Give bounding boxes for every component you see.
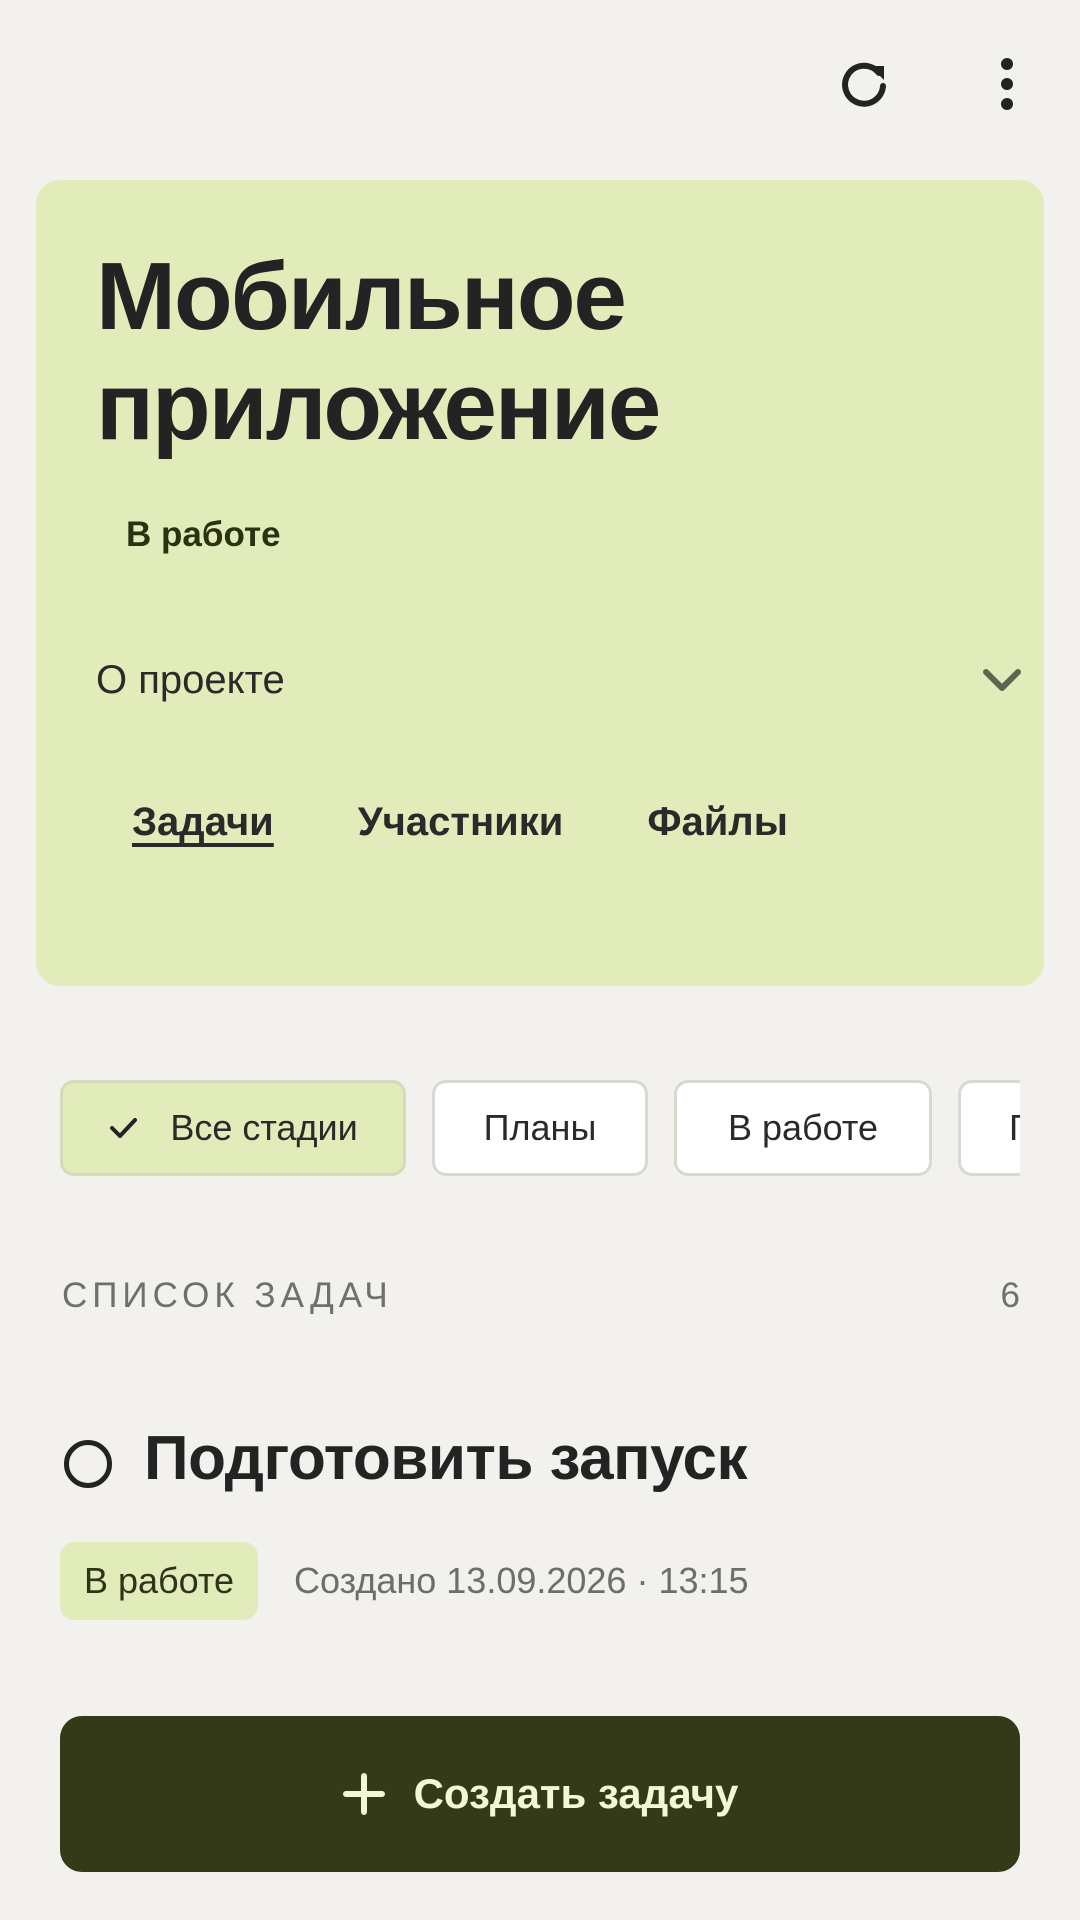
plus-icon [342, 1772, 386, 1816]
task-list-title: СПИСОК ЗАДАЧ [62, 1276, 393, 1315]
project-title-text: Мобильное приложение [96, 243, 661, 460]
check-icon [108, 1113, 138, 1143]
filter-chip-label: В работе [727, 1107, 878, 1148]
tab-files[interactable]: Файлы [647, 800, 788, 847]
tab-tasks[interactable]: Задачи [132, 800, 274, 847]
task-status-badge: В работе [60, 1542, 259, 1620]
filter-chip-plans[interactable]: Планы [432, 1080, 648, 1176]
tab-members[interactable]: Участники [358, 800, 564, 847]
task-count: 6 [1000, 1276, 1020, 1315]
create-task-button[interactable]: Создать задачу [60, 1716, 1020, 1872]
project-title: Мобильное приложение [96, 242, 1044, 462]
task-title: Подготовить запуск [144, 1424, 748, 1493]
refresh-button[interactable] [824, 44, 904, 124]
task-complete-radio[interactable] [64, 1440, 112, 1488]
filter-chip-all-stages[interactable]: Все стадии [60, 1080, 406, 1176]
about-project-toggle[interactable]: О проекте [96, 650, 1021, 710]
project-status: В работе [126, 515, 281, 554]
about-project-label: О проекте [96, 657, 285, 702]
more-vertical-icon [1001, 58, 1013, 110]
task-created-timestamp: Создано 13.09.2026 · 13:15 [294, 1560, 749, 1601]
project-tabs: Задачи Участники Файлы [132, 800, 788, 847]
create-task-label: Создать задачу [413, 1770, 739, 1817]
filter-chip-in-progress[interactable]: В работе [674, 1080, 932, 1176]
filter-chip-partial[interactable]: Г [958, 1080, 1020, 1176]
filter-chip-label: Все стадии [170, 1107, 358, 1148]
refresh-icon [842, 62, 886, 107]
stage-filters: Все стадии Планы В работе Г [60, 1080, 1020, 1182]
filter-chip-label: Г [1009, 1107, 1020, 1148]
filter-chip-label: Планы [483, 1107, 597, 1148]
chevron-down-icon [983, 669, 1021, 691]
more-options-button[interactable] [967, 44, 1047, 124]
project-card: Мобильное приложение В работе О проекте … [36, 180, 1044, 986]
task-list-header: СПИСОК ЗАДАЧ 6 [62, 1276, 1020, 1316]
task-meta: В работе Создано 13.09.2026 · 13:15 [60, 1542, 749, 1620]
